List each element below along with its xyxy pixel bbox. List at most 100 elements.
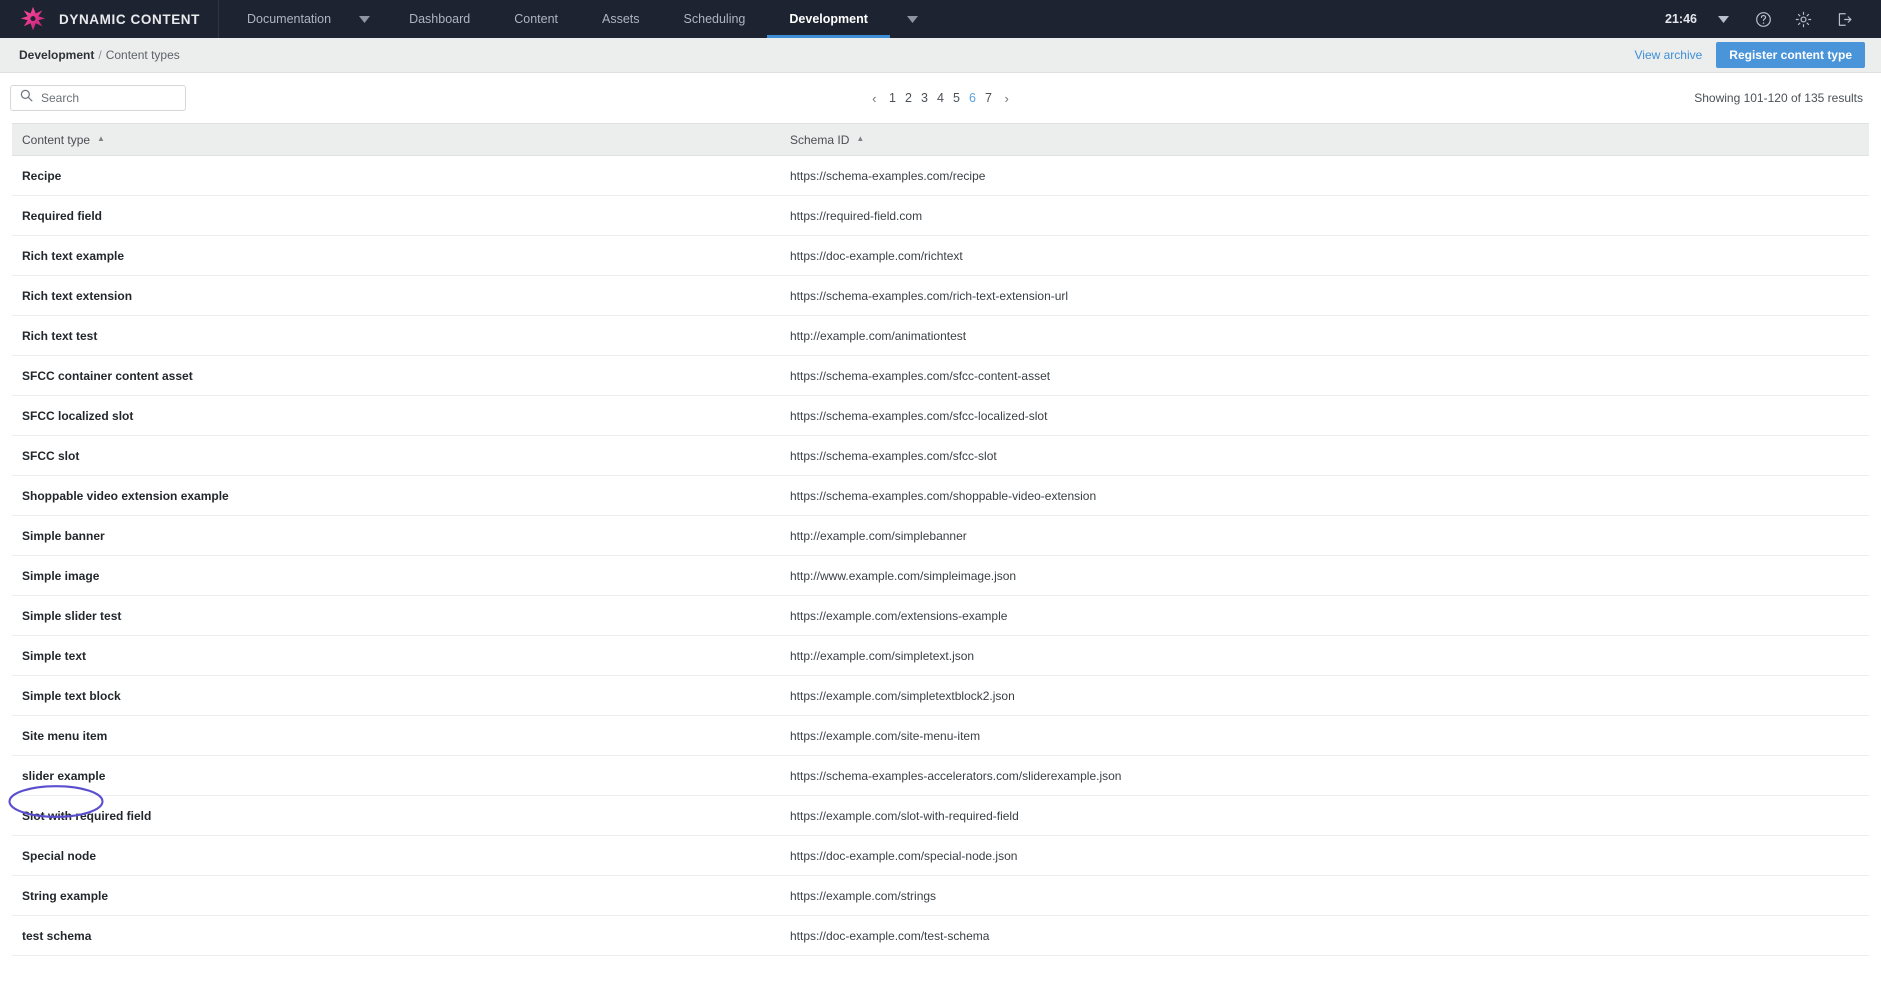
table-row[interactable]: slider example https://schema-examples-ac…	[12, 755, 1869, 796]
cell-schema-id: https://schema-examples.com/recipe	[780, 155, 1869, 196]
nav-item-development[interactable]: Development	[767, 0, 890, 38]
brand-home-link[interactable]: DYNAMIC CONTENT	[0, 0, 219, 38]
top-navigation-right: 21:46	[1665, 0, 1881, 38]
table-row[interactable]: Special node https://doc-example.com/spec…	[12, 835, 1869, 876]
nav-item-assets[interactable]: Assets	[580, 0, 662, 38]
pagination-page-5[interactable]: 5	[949, 89, 965, 107]
cell-content-type[interactable]: slider example	[12, 755, 780, 796]
pagination-prev-button[interactable]: ‹	[864, 89, 884, 108]
table-header-row: Content type ▲ Schema ID ▲	[12, 123, 1869, 156]
cell-content-type[interactable]: Rich text example	[12, 235, 780, 276]
cell-content-type[interactable]: Simple slider test	[12, 595, 780, 636]
content-types-table-container: Content type ▲ Schema ID ▲ Recipe https:/…	[0, 123, 1881, 956]
cell-schema-id: https://schema-examples.com/sfcc-localiz…	[780, 395, 1869, 436]
table-row[interactable]: Simple banner http://example.com/simpleba…	[12, 515, 1869, 556]
column-header-content-type[interactable]: Content type ▲	[12, 123, 780, 156]
table-row[interactable]: Shoppable video extension example https:/…	[12, 475, 1869, 516]
list-toolbar: Search ‹ 1 2 3 4 5 6 7 › Showing 101-120…	[0, 73, 1881, 123]
nav-item-scheduling[interactable]: Scheduling	[662, 0, 768, 38]
view-archive-link[interactable]: View archive	[1634, 48, 1702, 62]
cell-content-type[interactable]: Simple text block	[12, 675, 780, 716]
cell-schema-id: https://required-field.com	[780, 195, 1869, 236]
table-row[interactable]: String example https://example.com/string…	[12, 875, 1869, 916]
table-row[interactable]: Slot with required field https://example.…	[12, 795, 1869, 836]
cell-content-type[interactable]: SFCC container content asset	[12, 355, 780, 396]
table-row[interactable]: Simple text http://example.com/simpletext…	[12, 635, 1869, 676]
cell-schema-id: https://example.com/slot-with-required-f…	[780, 795, 1869, 836]
cell-content-type[interactable]: Site menu item	[12, 715, 780, 756]
cell-content-type[interactable]: Simple banner	[12, 515, 780, 556]
nav-label-development: Development	[789, 12, 868, 26]
help-icon[interactable]	[1743, 0, 1783, 38]
table-row[interactable]: Simple image http://www.example.com/simpl…	[12, 555, 1869, 596]
breadcrumb-current: Content types	[105, 48, 180, 62]
pagination-page-6-current[interactable]: 6	[965, 89, 981, 107]
nav-item-content[interactable]: Content	[492, 0, 580, 38]
pagination-page-2[interactable]: 2	[901, 89, 917, 107]
cell-content-type[interactable]: Special node	[12, 835, 780, 876]
cell-content-type[interactable]: Required field	[12, 195, 780, 236]
cell-schema-id: https://doc-example.com/test-schema	[780, 915, 1869, 956]
pagination-page-3[interactable]: 3	[917, 89, 933, 107]
cell-schema-id: https://example.com/site-menu-item	[780, 715, 1869, 756]
nav-label-assets: Assets	[602, 12, 640, 26]
table-row[interactable]: SFCC container content asset https://sche…	[12, 355, 1869, 396]
cell-content-type[interactable]: Simple image	[12, 555, 780, 596]
table-row[interactable]: test schema https://doc-example.com/test-…	[12, 915, 1869, 956]
development-chevron-down-icon[interactable]	[890, 0, 936, 38]
cell-content-type[interactable]: SFCC slot	[12, 435, 780, 476]
search-input[interactable]: Search	[10, 85, 186, 111]
column-label-content-type: Content type	[22, 132, 91, 147]
table-row[interactable]: Required field https://required-field.com	[12, 195, 1869, 236]
cell-content-type[interactable]: Simple text	[12, 635, 780, 676]
pagination-next-button[interactable]: ›	[997, 89, 1017, 108]
column-header-schema-id[interactable]: Schema ID ▲	[780, 123, 1869, 156]
top-navigation-bar: DYNAMIC CONTENT Documentation Dashboard …	[0, 0, 1881, 38]
table-row[interactable]: Rich text extension https://schema-exampl…	[12, 275, 1869, 316]
pagination-page-7[interactable]: 7	[981, 89, 997, 107]
cell-schema-id: http://www.example.com/simpleimage.json	[780, 555, 1869, 596]
nav-item-documentation[interactable]: Documentation	[219, 0, 341, 38]
cell-schema-id: https://doc-example.com/richtext	[780, 235, 1869, 276]
table-row[interactable]: Rich text example https://doc-example.com…	[12, 235, 1869, 276]
page-subheader: Development / Content types View archive…	[0, 38, 1881, 73]
table-body: Recipe https://schema-examples.com/recipe…	[12, 155, 1869, 956]
cell-schema-id: https://example.com/simpletextblock2.jso…	[780, 675, 1869, 716]
cell-content-type[interactable]: Recipe	[12, 155, 780, 196]
cell-content-type[interactable]: Rich text test	[12, 315, 780, 356]
cell-schema-id: https://schema-examples.com/rich-text-ex…	[780, 275, 1869, 316]
table-row[interactable]: Simple text block https://example.com/sim…	[12, 675, 1869, 716]
nav-item-dashboard[interactable]: Dashboard	[387, 0, 492, 38]
cell-content-type[interactable]: Shoppable video extension example	[12, 475, 780, 516]
cell-content-type[interactable]: test schema	[12, 915, 780, 956]
logout-icon[interactable]	[1823, 0, 1863, 38]
cell-content-type[interactable]: Slot with required field	[12, 795, 780, 836]
account-chevron-down-icon[interactable]	[1703, 0, 1743, 38]
table-row[interactable]: SFCC localized slot https://schema-exampl…	[12, 395, 1869, 436]
documentation-chevron-down-icon[interactable]	[341, 0, 387, 38]
breadcrumb-root[interactable]: Development	[19, 48, 94, 62]
cell-schema-id: http://example.com/animationtest	[780, 315, 1869, 356]
sort-ascending-icon: ▲	[856, 133, 865, 143]
table-row[interactable]: SFCC slot https://schema-examples.com/sfc…	[12, 435, 1869, 476]
gear-icon[interactable]	[1783, 0, 1823, 38]
cell-content-type[interactable]: SFCC localized slot	[12, 395, 780, 436]
pagination-page-4[interactable]: 4	[933, 89, 949, 107]
sort-ascending-icon: ▲	[97, 133, 105, 143]
pagination-page-1[interactable]: 1	[885, 89, 901, 107]
cell-content-type[interactable]: String example	[12, 875, 780, 916]
table-row[interactable]: Simple slider test https://example.com/ex…	[12, 595, 1869, 636]
cell-content-type[interactable]: Rich text extension	[12, 275, 780, 316]
nav-label-documentation: Documentation	[247, 12, 332, 26]
register-content-type-button[interactable]: Register content type	[1716, 42, 1865, 68]
table-row[interactable]: Rich text test http://example.com/animati…	[12, 315, 1869, 356]
table-row[interactable]: Recipe https://schema-examples.com/recipe	[12, 155, 1869, 196]
cell-schema-id: https://example.com/strings	[780, 875, 1869, 916]
cell-schema-id: http://example.com/simpletext.json	[780, 635, 1869, 676]
table-row[interactable]: Site menu item https://example.com/site-m…	[12, 715, 1869, 756]
column-label-schema-id: Schema ID	[790, 132, 850, 147]
cell-schema-id: https://doc-example.com/special-node.jso…	[780, 835, 1869, 876]
search-placeholder: Search	[41, 91, 80, 105]
starburst-logo-icon	[20, 6, 46, 32]
table-head: Content type ▲ Schema ID ▲	[12, 123, 1869, 156]
